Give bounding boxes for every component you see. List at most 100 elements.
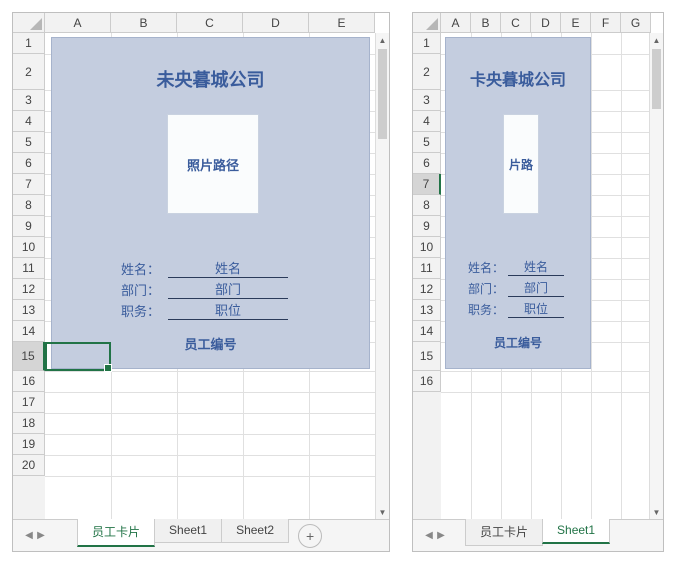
select-all-corner[interactable] bbox=[413, 13, 441, 33]
cells-area[interactable]: 未央暮城公司 照片路径 姓名： 姓名 部门： 部门 职务： 职位 bbox=[45, 33, 389, 519]
vertical-scrollbar[interactable]: ▲ ▼ bbox=[375, 33, 389, 519]
cells-area[interactable]: 卡央暮城公司 片路 姓名： 姓名 部门： 部门 职务： 职位 bbox=[441, 33, 663, 519]
card-field-value: 部门 bbox=[508, 279, 564, 297]
card-field-label: 姓名： bbox=[460, 259, 504, 276]
col-header[interactable]: E bbox=[309, 13, 375, 33]
card-field-value: 职位 bbox=[508, 300, 564, 318]
row-header-selected[interactable]: 15 bbox=[13, 342, 45, 371]
sheet-tab[interactable]: 员工卡片 bbox=[465, 519, 543, 546]
sheet-tab[interactable]: 员工卡片 bbox=[77, 519, 155, 547]
row-header[interactable]: 14 bbox=[413, 321, 441, 342]
scroll-down-icon[interactable]: ▼ bbox=[376, 505, 389, 519]
card-field-label: 职务： bbox=[460, 301, 504, 318]
excel-window-left: 1 2 3 4 5 6 7 8 9 10 11 12 13 14 15 16 1… bbox=[12, 12, 390, 552]
row-header[interactable]: 1 bbox=[13, 33, 45, 54]
card-field-row: 姓名： 姓名 bbox=[110, 258, 288, 278]
row-header-selected[interactable]: 7 bbox=[413, 174, 441, 195]
sheet-tab[interactable]: Sheet1 bbox=[154, 519, 222, 543]
row-header[interactable]: 16 bbox=[13, 371, 45, 392]
column-headers: A B C D E bbox=[45, 13, 389, 33]
scroll-down-icon[interactable]: ▼ bbox=[650, 505, 663, 519]
col-header[interactable]: A bbox=[441, 13, 471, 33]
row-header[interactable]: 3 bbox=[13, 90, 45, 111]
col-header[interactable]: C bbox=[501, 13, 531, 33]
card-field-row: 职务： 职位 bbox=[460, 300, 564, 318]
col-header[interactable]: C bbox=[177, 13, 243, 33]
col-header[interactable]: F bbox=[591, 13, 621, 33]
excel-window-right: 1 2 3 4 5 6 7 8 9 10 11 12 13 14 15 16 A bbox=[412, 12, 664, 552]
row-header[interactable]: 18 bbox=[13, 413, 45, 434]
row-header[interactable]: 11 bbox=[413, 258, 441, 279]
card-field-label: 部门： bbox=[110, 280, 160, 299]
sheet-tab[interactable]: Sheet2 bbox=[221, 519, 289, 543]
card-company-title: 未央暮城公司 bbox=[52, 66, 369, 92]
sheet-tab[interactable]: Sheet1 bbox=[542, 519, 610, 544]
row-header[interactable]: 10 bbox=[413, 237, 441, 258]
scroll-up-icon[interactable]: ▲ bbox=[376, 33, 389, 47]
card-photo-placeholder: 片路 bbox=[503, 114, 539, 214]
card-field-row: 姓名： 姓名 bbox=[460, 258, 564, 276]
row-header[interactable]: 17 bbox=[13, 392, 45, 413]
card-field-label: 职务： bbox=[110, 301, 160, 320]
row-header[interactable]: 10 bbox=[13, 237, 45, 258]
row-header[interactable]: 3 bbox=[413, 90, 441, 111]
row-header[interactable]: 6 bbox=[413, 153, 441, 174]
tab-next-icon[interactable]: ▶ bbox=[435, 529, 447, 543]
card-field-value: 姓名 bbox=[168, 258, 288, 278]
row-header[interactable]: 9 bbox=[13, 216, 45, 237]
row-header[interactable]: 5 bbox=[13, 132, 45, 153]
row-header[interactable]: 1 bbox=[413, 33, 441, 54]
tab-prev-icon[interactable]: ◀ bbox=[423, 529, 435, 543]
card-field-value: 职位 bbox=[168, 300, 288, 320]
card-field-label: 姓名： bbox=[110, 259, 160, 278]
card-photo-placeholder: 照片路径 bbox=[167, 114, 259, 214]
select-all-corner[interactable] bbox=[13, 13, 45, 33]
row-header[interactable]: 2 bbox=[13, 54, 45, 90]
col-header[interactable]: D bbox=[243, 13, 309, 33]
row-header[interactable]: 11 bbox=[13, 258, 45, 279]
col-header[interactable]: A bbox=[45, 13, 111, 33]
column-headers: A B C D E F G bbox=[441, 13, 663, 33]
row-header[interactable]: 2 bbox=[413, 54, 441, 90]
row-header[interactable]: 12 bbox=[13, 279, 45, 300]
card-field-value: 部门 bbox=[168, 279, 288, 299]
row-header[interactable]: 8 bbox=[13, 195, 45, 216]
row-header[interactable]: 5 bbox=[413, 132, 441, 153]
tab-next-icon[interactable]: ▶ bbox=[35, 529, 47, 543]
card-field-row: 职务： 职位 bbox=[110, 300, 288, 320]
row-header[interactable]: 14 bbox=[13, 321, 45, 342]
card-field-label: 部门： bbox=[460, 280, 504, 297]
tab-prev-icon[interactable]: ◀ bbox=[23, 529, 35, 543]
row-header[interactable]: 13 bbox=[13, 300, 45, 321]
scroll-thumb[interactable] bbox=[378, 49, 387, 139]
vertical-scrollbar[interactable]: ▲ ▼ bbox=[649, 33, 663, 519]
col-header[interactable]: E bbox=[561, 13, 591, 33]
row-header[interactable]: 7 bbox=[13, 174, 45, 195]
row-header[interactable]: 6 bbox=[13, 153, 45, 174]
spreadsheet-grid[interactable]: 1 2 3 4 5 6 7 8 9 10 11 12 13 14 15 16 1… bbox=[13, 13, 389, 519]
add-sheet-button[interactable]: + bbox=[298, 524, 322, 548]
row-header[interactable]: 19 bbox=[13, 434, 45, 455]
spreadsheet-grid[interactable]: 1 2 3 4 5 6 7 8 9 10 11 12 13 14 15 16 A bbox=[413, 13, 663, 519]
row-header[interactable]: 15 bbox=[413, 342, 441, 371]
col-header[interactable]: G bbox=[621, 13, 651, 33]
scroll-thumb[interactable] bbox=[652, 49, 661, 109]
col-header[interactable]: B bbox=[111, 13, 177, 33]
row-header[interactable]: 4 bbox=[13, 111, 45, 132]
card-field-value: 姓名 bbox=[508, 258, 564, 276]
row-header[interactable]: 12 bbox=[413, 279, 441, 300]
row-header[interactable]: 9 bbox=[413, 216, 441, 237]
row-header[interactable]: 16 bbox=[413, 371, 441, 392]
scroll-up-icon[interactable]: ▲ bbox=[650, 33, 663, 47]
col-header[interactable]: D bbox=[531, 13, 561, 33]
row-header[interactable]: 4 bbox=[413, 111, 441, 132]
employee-card-shape[interactable]: 卡央暮城公司 片路 姓名： 姓名 部门： 部门 职务： 职位 bbox=[445, 37, 591, 369]
sheet-tabs-bar: ◀ ▶ 员工卡片 Sheet1 Sheet2 + bbox=[13, 519, 389, 551]
col-header[interactable]: B bbox=[471, 13, 501, 33]
employee-card-shape[interactable]: 未央暮城公司 照片路径 姓名： 姓名 部门： 部门 职务： 职位 bbox=[51, 37, 370, 369]
card-field-row: 部门： 部门 bbox=[110, 279, 288, 299]
row-header[interactable]: 8 bbox=[413, 195, 441, 216]
row-headers: 1 2 3 4 5 6 7 8 9 10 11 12 13 14 15 16 bbox=[413, 13, 441, 519]
row-header[interactable]: 20 bbox=[13, 455, 45, 476]
row-header[interactable]: 13 bbox=[413, 300, 441, 321]
